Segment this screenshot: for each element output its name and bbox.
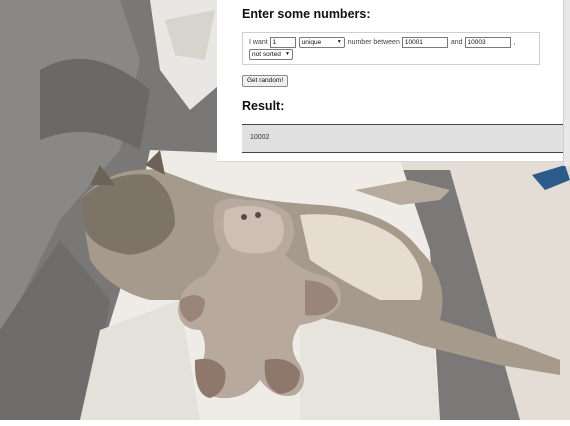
number-between-label: number between <box>347 39 400 46</box>
count-input[interactable]: 1 <box>269 37 296 48</box>
form-row-2: not sorted ▼ <box>249 49 296 60</box>
number-form: I want 1 unique ▼ number between 10001 a… <box>242 32 540 65</box>
trailing-comma: , <box>513 39 516 46</box>
max-number-input[interactable]: 10003 <box>464 37 511 48</box>
chevron-down-icon: ▼ <box>336 39 342 45</box>
i-want-label: I want <box>249 39 268 46</box>
sort-select-value: not sorted <box>252 51 281 58</box>
and-label: and <box>450 39 463 46</box>
bottom-margin <box>0 420 570 426</box>
chevron-down-icon: ▼ <box>285 51 290 57</box>
result-value: 10002 <box>250 134 270 141</box>
enter-numbers-heading: Enter some numbers: <box>242 7 371 21</box>
mode-select[interactable]: unique ▼ <box>298 37 345 48</box>
window-scrollbar-edge <box>563 0 570 166</box>
mode-select-value: unique <box>301 39 322 46</box>
sort-select[interactable]: not sorted ▼ <box>249 49 293 60</box>
form-row-1: I want 1 unique ▼ number between 10001 a… <box>249 37 517 48</box>
result-heading: Result: <box>242 99 285 113</box>
min-number-input[interactable]: 10001 <box>401 37 448 48</box>
result-box: 10002 <box>242 124 563 153</box>
random-number-panel: Enter some numbers: I want 1 unique ▼ nu… <box>217 0 563 162</box>
get-random-button[interactable]: Get random! <box>242 75 289 87</box>
